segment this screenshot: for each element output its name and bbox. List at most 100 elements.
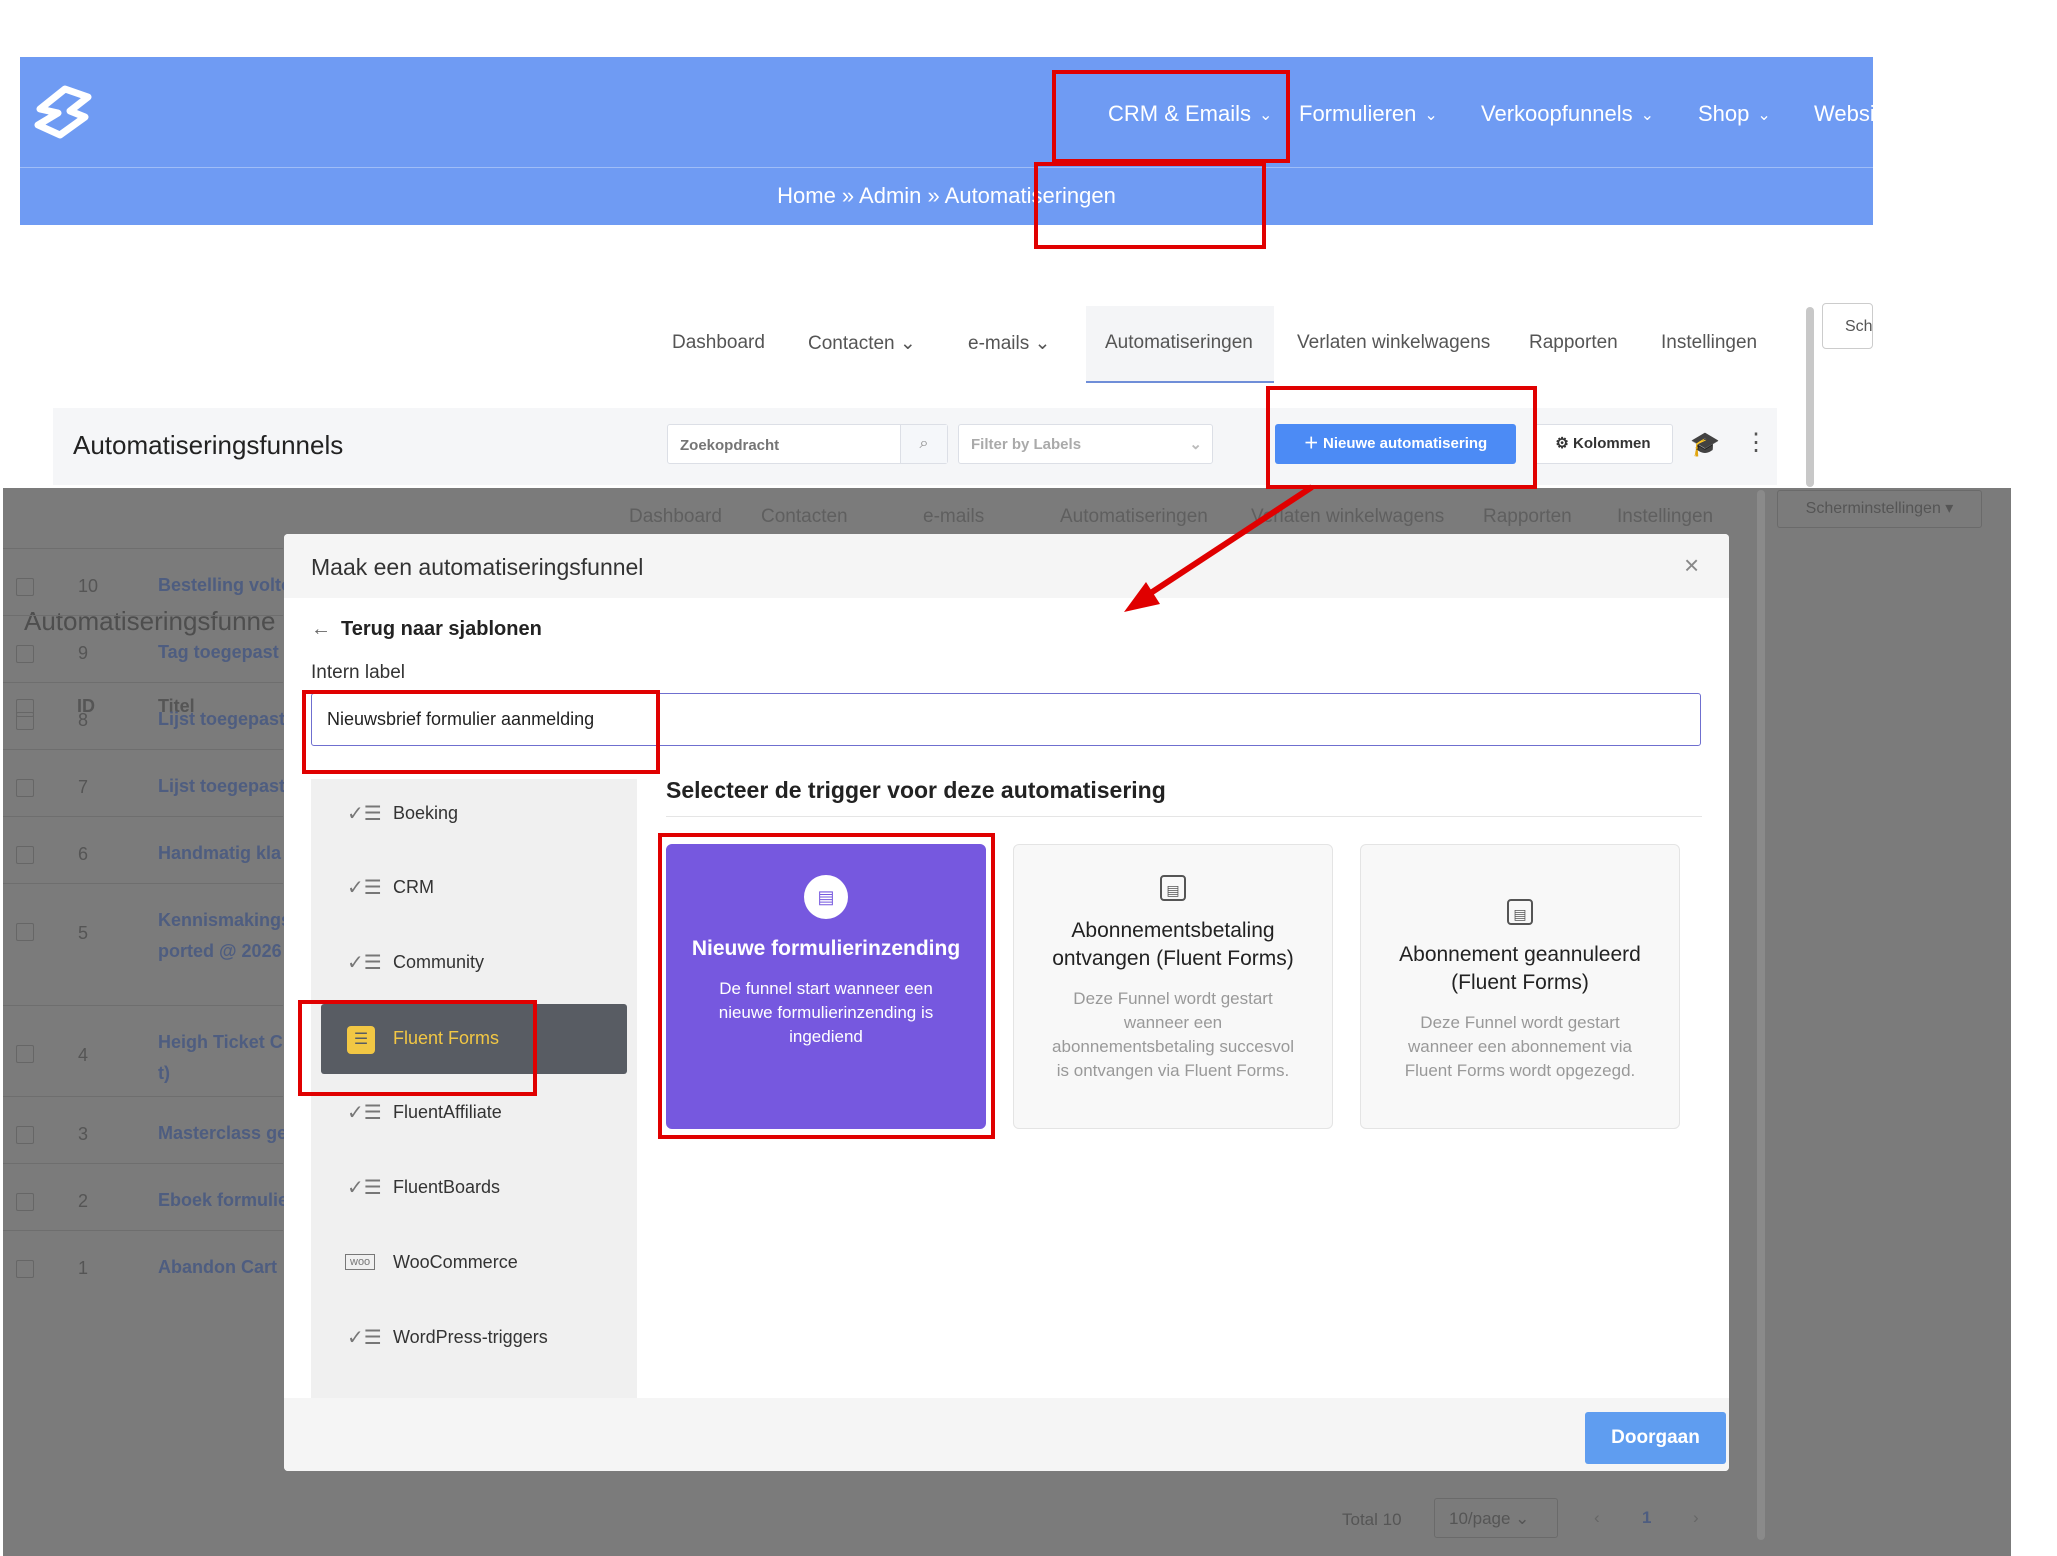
bg-row-checkbox [16, 846, 34, 864]
bg-row-checkbox [16, 712, 34, 730]
trigger-divider [666, 816, 1702, 817]
nav-website[interactable]: Websi [1814, 101, 1873, 127]
trigger-card-title: Abonnement geannuleerd (Fluent Forms) [1399, 943, 1641, 994]
category-crm[interactable]: ✓☰ CRM [311, 859, 637, 915]
subnav-automatiseringen[interactable]: Automatiseringen [1105, 332, 1253, 354]
bg-row-id: 4 [78, 1045, 89, 1065]
bg-row-title: Heigh Ticket C [158, 1032, 283, 1052]
trigger-card-desc: Deze Funnel wordt gestart wanneer een ab… [1052, 989, 1294, 1080]
breadcrumb[interactable]: Home » Admin » Automatiseringen [20, 183, 1873, 209]
checklist-icon: ✓☰ [347, 1327, 382, 1349]
form-icon: ▤ [1160, 875, 1186, 901]
annotation-box-fluent-forms [298, 1000, 537, 1096]
bg-row-id: 5 [78, 923, 89, 943]
subnav-dashboard[interactable]: Dashboard [672, 332, 765, 354]
search-box: ⌕ [667, 424, 948, 465]
chevron-down-icon: ⌄ [1757, 107, 1771, 125]
checklist-icon: ✓☰ [347, 952, 382, 974]
bg-row-title: Handmatig kla [158, 843, 282, 863]
subnav-verlaten-winkelwagens[interactable]: Verlaten winkelwagens [1297, 332, 1490, 354]
bg-row-title-line2: t) [158, 1063, 170, 1083]
bg-subnav-dashboard: Dashboard [629, 506, 722, 527]
bg-row-id: 7 [78, 777, 89, 797]
bg-row-checkbox [16, 1126, 34, 1144]
category-wordpress-triggers[interactable]: ✓☰ WordPress-triggers [311, 1309, 637, 1365]
bg-row-checkbox [16, 1045, 34, 1063]
bg-subnav-contacten: Contacten [761, 506, 848, 527]
bg-row-divider [3, 1230, 283, 1231]
site-logo-icon[interactable] [30, 79, 100, 143]
category-boeking[interactable]: ✓☰ Boeking [311, 785, 637, 841]
bg-row-divider [3, 1163, 283, 1164]
page-title: Automatiseringsfunnels [73, 430, 344, 460]
trigger-card-subscription-payment[interactable]: ▤ Abonnementsbetaling ontvangen (Fluent … [1013, 844, 1333, 1129]
subnav-rapporten[interactable]: Rapporten [1529, 332, 1618, 354]
bg-row-title: Eboek formulie [158, 1190, 289, 1210]
back-to-templates-link[interactable]: ← Terug naar sjablonen [311, 618, 542, 641]
bg-row-checkbox [16, 1260, 34, 1278]
chevron-down-icon: ⌄ [1189, 436, 1202, 453]
checklist-icon: ✓☰ [347, 1102, 382, 1124]
scrollbar[interactable] [1806, 307, 1814, 487]
bg-row-title: Abandon Cart [158, 1257, 277, 1277]
bg-row-title-line2: ported @ 2026 [158, 941, 282, 961]
trigger-card-subscription-cancelled[interactable]: ▤ Abonnement geannuleerd (Fluent Forms) … [1360, 844, 1680, 1129]
bg-row-checkbox [16, 923, 34, 941]
bg-row-title: Kennismakings [158, 910, 292, 930]
bg-row-title: Lijst toegepast [158, 776, 286, 796]
modal-title: Maak een automatiseringsfunnel [311, 554, 644, 580]
bg-row-id: 3 [78, 1124, 89, 1144]
bg-row-divider [3, 682, 283, 683]
bg-page-title: Automatiseringsfunne [24, 606, 276, 636]
bg-row-divider [3, 1005, 283, 1006]
bg-row-id: 10 [78, 576, 99, 596]
bg-row-title: Tag toegepast [158, 642, 279, 662]
gear-icon: ⚙ [1555, 435, 1569, 452]
more-options-icon[interactable]: ⋮ [1744, 428, 1768, 457]
subnav-instellingen[interactable]: Instellingen [1661, 332, 1757, 354]
breadcrumb-bar: Home » Admin » Automatiseringen [20, 168, 1873, 225]
bg-row-checkbox [16, 645, 34, 663]
annotation-box-selected-trigger [658, 833, 995, 1139]
bg-row-id: 1 [78, 1258, 89, 1278]
chevron-down-icon: ⌄ [1640, 107, 1655, 125]
close-icon[interactable]: × [1684, 550, 1699, 581]
nav-shop[interactable]: Shop ⌄ [1698, 101, 1771, 127]
form-icon: ▤ [1507, 899, 1533, 925]
subnav-contacten[interactable]: Contacten ⌄ [808, 332, 916, 355]
bg-row-checkbox [16, 779, 34, 797]
bg-row-title: Lijst toegepast [158, 709, 286, 729]
bg-row-divider [3, 883, 283, 884]
bg-subnav-automatiseringen: Automatiseringen [1060, 506, 1208, 527]
internal-label-title: Intern label [311, 662, 406, 683]
bg-row-title: Masterclass ge [158, 1123, 288, 1143]
bg-row-checkbox [16, 578, 34, 596]
bg-pagination-total: Total 10 [1342, 1510, 1402, 1529]
trigger-section-title: Selecteer de trigger voor deze automatis… [666, 777, 1166, 803]
modal-footer: Doorgaan [284, 1398, 1729, 1471]
chevron-down-icon: ⌄ [899, 333, 916, 354]
graduation-cap-icon[interactable]: 🎓 [1690, 430, 1720, 459]
subnav-emails[interactable]: e-mails ⌄ [968, 332, 1050, 355]
nav-verkoopfunnels[interactable]: Verkoopfunnels ⌄ [1481, 101, 1654, 127]
bg-subnav-verlaten: Verlaten winkelwagens [1251, 506, 1445, 527]
annotation-box-new-automation [1266, 386, 1537, 489]
screen-settings-button[interactable]: Sch [1822, 303, 1873, 349]
category-woocommerce[interactable]: woo WooCommerce [311, 1234, 637, 1290]
filter-labels-select[interactable]: Filter by Labels ⌄ [958, 424, 1213, 464]
columns-button[interactable]: ⚙ Kolommen [1533, 424, 1673, 464]
bg-row-divider [3, 816, 283, 817]
category-fluentboards[interactable]: ✓☰ FluentBoards [311, 1159, 637, 1215]
search-icon[interactable]: ⌕ [900, 425, 947, 463]
site-header: CRM & Emails ⌄ Formulieren ⌄ Verkoopfunnel… [20, 57, 1873, 167]
trigger-card-title: Abonnementsbetaling ontvangen (Fluent Fo… [1052, 919, 1294, 970]
continue-button[interactable]: Doorgaan [1585, 1412, 1726, 1464]
woo-icon: woo [345, 1254, 376, 1270]
search-input[interactable] [668, 425, 922, 465]
annotation-box-internal-label [302, 690, 660, 774]
bg-subnav-instellingen: Instellingen [1617, 506, 1714, 527]
nav-formulieren[interactable]: Formulieren ⌄ [1299, 101, 1438, 127]
bg-row-id: 2 [78, 1191, 89, 1211]
category-community[interactable]: ✓☰ Community [311, 934, 637, 990]
bg-next-icon: › [1693, 1508, 1699, 1527]
